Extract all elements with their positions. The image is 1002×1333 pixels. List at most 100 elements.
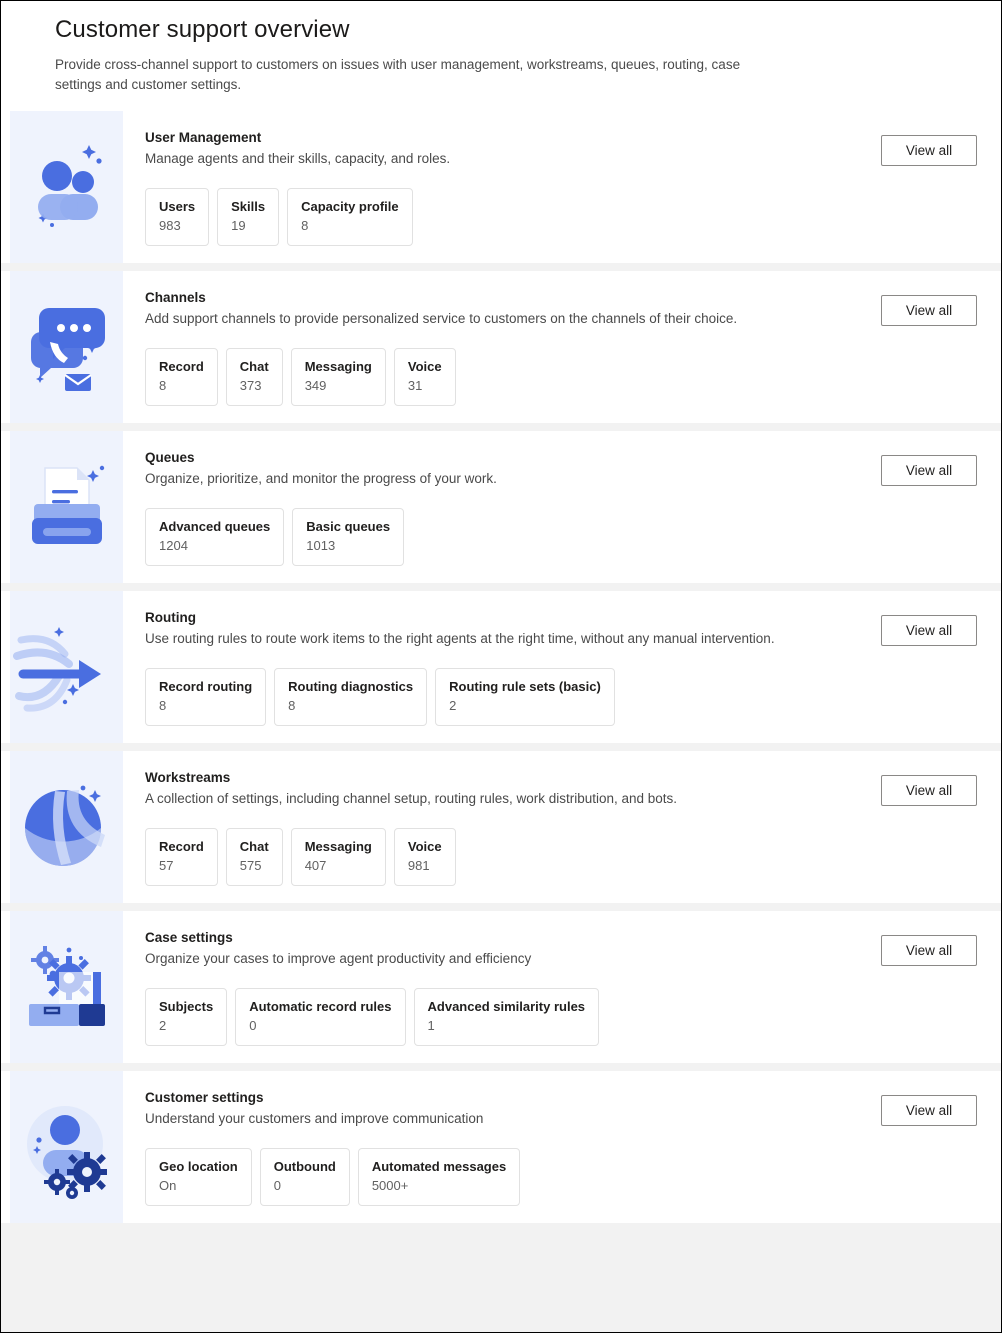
card-icon-panel [10, 271, 123, 423]
view-all-button-user-management[interactable]: View all [881, 135, 977, 166]
stat-tile-workstreams-2[interactable]: Messaging 407 [290, 828, 386, 886]
view-all-button-workstreams[interactable]: View all [881, 775, 977, 806]
card-body: Customer settings Understand your custom… [123, 1071, 869, 1223]
card-heading: Channels [145, 290, 206, 305]
stat-value: 373 [239, 378, 262, 393]
card-body: Workstreams A collection of settings, in… [123, 751, 869, 903]
stat-value: 983 [159, 218, 181, 233]
view-all-button-channels[interactable]: View all [881, 295, 977, 326]
card-heading: Customer settings [145, 1090, 264, 1105]
stat-tile-channels-0[interactable]: Record 8 [145, 348, 218, 406]
stat-label: Automatic record rules [249, 999, 392, 1014]
view-all-button-case-settings[interactable]: View all [881, 935, 977, 966]
stat-tile-queues-0[interactable]: Advanced queues 1204 [145, 508, 285, 566]
stat-label: Record routing [159, 679, 253, 694]
overview-card-customer-settings: Customer settings Understand your custom… [1, 1071, 1001, 1223]
page-title: Customer support overview [55, 16, 350, 43]
card-action: View all [869, 591, 1001, 743]
stat-tile-case-settings-0[interactable]: Subjects 2 [145, 988, 228, 1046]
stat-row: Record 57 Chat 575 Messaging 407 Voice 9… [145, 828, 869, 886]
stat-tile-channels-3[interactable]: Voice 31 [393, 348, 456, 406]
stat-tile-channels-2[interactable]: Messaging 349 [290, 348, 386, 406]
stat-row: Geo location On Outbound 0 Automated mes… [145, 1148, 869, 1206]
card-heading: User Management [145, 130, 262, 145]
stat-tile-user-management-1[interactable]: Skills 19 [217, 188, 280, 246]
stat-row: Record 8 Chat 373 Messaging 349 Voice 31 [145, 348, 869, 406]
stat-value: 1013 [306, 538, 336, 553]
stat-value: 5000+ [371, 1178, 409, 1193]
stat-value: 1 [427, 1018, 435, 1033]
stat-value: 8 [288, 698, 296, 713]
stat-label: Voice [407, 359, 442, 374]
stat-label: Voice [407, 839, 442, 854]
card-description: A collection of settings, including chan… [145, 791, 678, 806]
stat-tile-user-management-0[interactable]: Users 983 [145, 188, 210, 246]
people-icon [21, 132, 113, 242]
view-all-button-customer-settings[interactable]: View all [881, 1095, 977, 1126]
stat-row: Users 983 Skills 19 Capacity profile 8 [145, 188, 869, 246]
card-body: Case settings Organize your cases to imp… [123, 911, 869, 1063]
stat-tile-customer-settings-0[interactable]: Geo location On [145, 1148, 252, 1206]
stat-label: Geo location [159, 1159, 238, 1174]
card-icon-panel [10, 111, 123, 263]
card-icon-panel [10, 751, 123, 903]
stat-row: Advanced queues 1204 Basic queues 1013 [145, 508, 869, 566]
person-gear-icon [17, 1092, 117, 1202]
stat-tile-channels-1[interactable]: Chat 373 [225, 348, 283, 406]
stat-tile-workstreams-0[interactable]: Record 57 [145, 828, 218, 886]
stat-value: 8 [159, 698, 167, 713]
stat-value: 8 [159, 378, 167, 393]
sphere-icon [19, 772, 115, 882]
stat-value: 349 [304, 378, 327, 393]
card-action: View all [869, 111, 1001, 263]
stat-value: On [159, 1178, 177, 1193]
stat-label: Skills [231, 199, 266, 214]
overview-card-routing: Routing Use routing rules to route work … [1, 591, 1001, 743]
stat-row: Subjects 2 Automatic record rules 0 Adva… [145, 988, 869, 1046]
stat-tile-case-settings-2[interactable]: Advanced similarity rules 1 [413, 988, 600, 1046]
stat-label: Routing rule sets (basic) [449, 679, 601, 694]
stat-label: Chat [239, 839, 269, 854]
briefcase-gear-icon [17, 932, 117, 1042]
stat-value: 981 [407, 858, 430, 873]
card-description: Organize your cases to improve agent pro… [145, 951, 532, 966]
stat-tile-routing-2[interactable]: Routing rule sets (basic) 2 [435, 668, 615, 726]
stat-label: Advanced similarity rules [427, 999, 586, 1014]
stat-label: Subjects [159, 999, 214, 1014]
chat-phone-mail-icon [19, 292, 115, 402]
card-action: View all [869, 1071, 1001, 1223]
card-description: Manage agents and their skills, capacity… [145, 151, 451, 166]
stat-label: Messaging [304, 839, 372, 854]
stat-value: 2 [159, 1018, 167, 1033]
stat-row: Record routing 8 Routing diagnostics 8 R… [145, 668, 869, 726]
stat-tile-routing-0[interactable]: Record routing 8 [145, 668, 267, 726]
stat-value: 19 [231, 218, 246, 233]
stat-value: 31 [407, 378, 423, 393]
card-icon-panel [10, 911, 123, 1063]
stat-tile-case-settings-1[interactable]: Automatic record rules 0 [235, 988, 406, 1046]
card-body: Queues Organize, prioritize, and monitor… [123, 431, 869, 583]
overview-card-case-settings: Case settings Organize your cases to imp… [1, 911, 1001, 1063]
stat-value: 1204 [159, 538, 188, 553]
page-header: Customer support overview Provide cross-… [1, 1, 1001, 111]
stat-label: Chat [239, 359, 269, 374]
stat-tile-queues-1[interactable]: Basic queues 1013 [292, 508, 405, 566]
view-all-button-routing[interactable]: View all [881, 615, 977, 646]
stat-tile-user-management-2[interactable]: Capacity profile 8 [287, 188, 413, 246]
stat-label: Record [159, 839, 204, 854]
stat-label: Capacity profile [301, 199, 399, 214]
stat-tile-customer-settings-2[interactable]: Automated messages 5000+ [357, 1148, 521, 1206]
arrow-flow-icon [12, 612, 121, 722]
stat-tile-routing-1[interactable]: Routing diagnostics 8 [274, 668, 428, 726]
stat-label: Routing diagnostics [288, 679, 414, 694]
card-description: Use routing rules to route work items to… [145, 631, 775, 646]
customer-support-overview-page: Customer support overview Provide cross-… [0, 0, 1002, 1333]
card-description: Organize, prioritize, and monitor the pr… [145, 471, 497, 486]
stat-value: 407 [304, 858, 327, 873]
card-heading: Queues [145, 450, 195, 465]
overview-card-workstreams: Workstreams A collection of settings, in… [1, 751, 1001, 903]
stat-tile-workstreams-3[interactable]: Voice 981 [393, 828, 456, 886]
view-all-button-queues[interactable]: View all [881, 455, 977, 486]
stat-tile-customer-settings-1[interactable]: Outbound 0 [259, 1148, 350, 1206]
stat-tile-workstreams-1[interactable]: Chat 575 [225, 828, 283, 886]
